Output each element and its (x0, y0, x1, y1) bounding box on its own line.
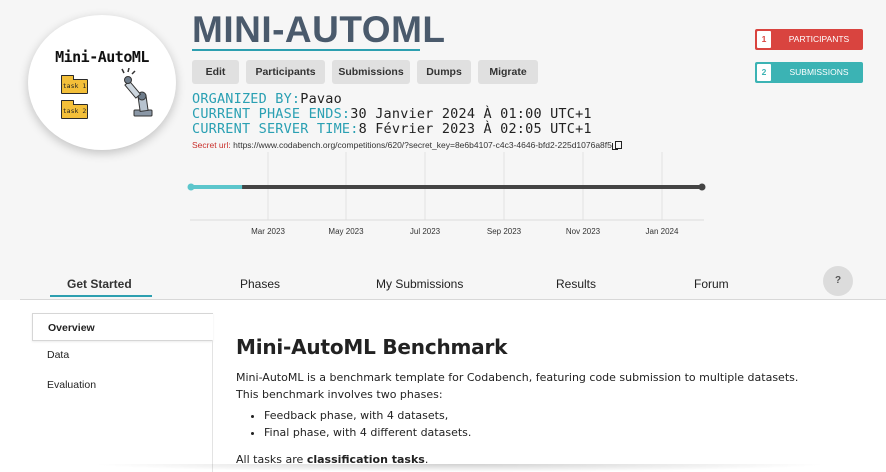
sidebar-item-evaluation[interactable]: Evaluation (32, 371, 213, 399)
phase-ends: CURRENT PHASE ENDS:30 Janvier 2024 À 01:… (192, 106, 592, 122)
timeline-tick-label: Nov 2023 (566, 227, 601, 236)
server-time-value: 8 Février 2023 À 02:05 UTC+1 (358, 121, 592, 137)
active-tab-indicator (50, 295, 152, 297)
phase-timeline: Mar 2023 May 2023 Jul 2023 Sep 2023 Nov 2023… (187, 152, 706, 236)
timeline-tick-label: Jul 2023 (410, 227, 441, 236)
modal-shadow (90, 464, 830, 472)
logo-title: Mini-AutoML (55, 48, 149, 66)
tab-phases[interactable]: Phases (240, 277, 280, 291)
folder-icon: task 1 (60, 75, 88, 94)
dumps-button[interactable]: Dumps (417, 60, 471, 84)
submissions-label: SUBMISSIONS (789, 67, 849, 77)
secret-url-label: Secret url: (192, 140, 231, 150)
submissions-button[interactable]: Submissions (332, 60, 410, 84)
robot-arm-icon (121, 68, 153, 117)
phase-list: Feedback phase, with 4 datasets, Final p… (264, 407, 876, 441)
help-button[interactable]: ? (823, 266, 853, 296)
tabs-divider (20, 299, 886, 300)
tab-results[interactable]: Results (556, 277, 596, 291)
participants-label: PARTICIPANTS (788, 34, 850, 44)
participants-count-badge[interactable]: 1 PARTICIPANTS (755, 29, 863, 50)
timeline-end-marker (698, 183, 706, 191)
secret-url: Secret url: https://www.codabench.org/co… (192, 140, 622, 150)
timeline-tick-label: Jan 2024 (646, 227, 679, 236)
overview-heading: Mini-AutoML Benchmark (236, 335, 508, 359)
competition-logo: Mini-AutoML task 1 task 2 (28, 15, 176, 150)
phase-ends-label: CURRENT PHASE ENDS: (192, 106, 351, 122)
organizer-name: Pavao (300, 91, 342, 107)
organized-by: ORGANIZED BY:Pavao (192, 91, 342, 107)
secret-url-value[interactable]: https://www.codabench.org/competitions/6… (233, 140, 612, 150)
phase-ends-value: 30 Janvier 2024 À 01:00 UTC+1 (350, 106, 592, 122)
timeline-tick-labels: Mar 2023 May 2023 Jul 2023 Sep 2023 Nov 2023… (251, 227, 679, 236)
list-item: Feedback phase, with 4 datasets, (264, 407, 876, 424)
server-time-label: CURRENT SERVER TIME: (192, 121, 359, 137)
edit-button[interactable]: Edit (192, 60, 239, 84)
timeline-tick-label: Mar 2023 (251, 227, 285, 236)
server-time: CURRENT SERVER TIME:8 Février 2023 À 02:… (192, 121, 592, 137)
timeline-tick-label: May 2023 (328, 227, 364, 236)
sidebar-item-data[interactable]: Data (32, 341, 213, 369)
migrate-button[interactable]: Migrate (478, 60, 538, 84)
overview-intro: Mini-AutoML is a benchmark template for … (236, 371, 799, 384)
participants-button[interactable]: Participants (246, 60, 325, 84)
submissions-count: 2 (757, 64, 771, 81)
list-item: Final phase, with 4 different datasets. (264, 424, 876, 441)
tab-get-started[interactable]: Get Started (67, 277, 132, 291)
folder-icon: task 2 (60, 100, 88, 119)
copy-icon[interactable] (611, 141, 622, 150)
title-underline (192, 49, 420, 51)
overview-phases-intro: This benchmark involves two phases: (236, 388, 443, 401)
overview-content: Mini-AutoML Benchmark Mini-AutoML is a b… (236, 335, 876, 468)
participants-count: 1 (757, 31, 771, 48)
submissions-count-badge[interactable]: 2 SUBMISSIONS (755, 62, 863, 83)
timeline-start-marker (187, 183, 195, 191)
tab-my-submissions[interactable]: My Submissions (376, 277, 463, 291)
sidebar-item-overview[interactable]: Overview (32, 313, 213, 341)
competition-title[interactable]: MINI-AUTOML (192, 8, 446, 52)
tab-forum[interactable]: Forum (694, 277, 729, 291)
organized-by-label: ORGANIZED BY: (192, 91, 301, 107)
timeline-tick-label: Sep 2023 (487, 227, 522, 236)
sidebar-divider (212, 340, 213, 472)
